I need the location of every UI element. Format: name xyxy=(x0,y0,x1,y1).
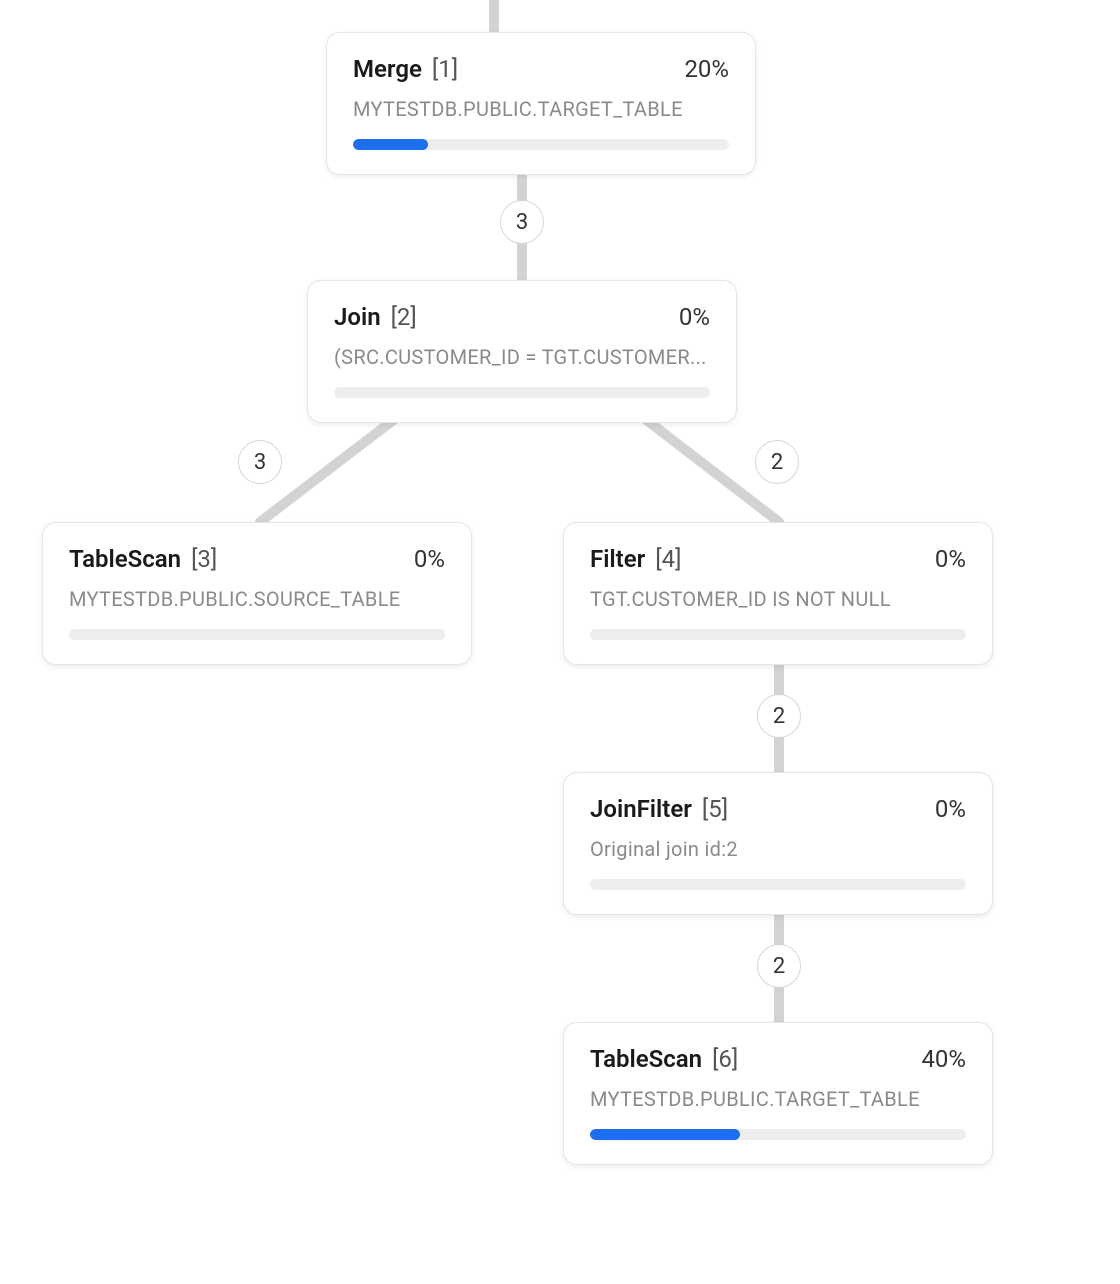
node-subtitle: TGT.CUSTOMER_ID IS NOT NULL xyxy=(590,587,966,611)
node-percent: 0% xyxy=(414,545,445,573)
node-title: Join [2] xyxy=(334,303,417,331)
node-percent: 40% xyxy=(921,1045,966,1073)
node-subtitle: MYTESTDB.PUBLIC.TARGET_TABLE xyxy=(353,97,729,121)
node-header: TableScan [3] 0% xyxy=(69,545,445,573)
node-id: [1] xyxy=(432,55,458,83)
node-id: [4] xyxy=(655,545,681,573)
node-name: Merge xyxy=(353,55,422,83)
node-name: Join xyxy=(334,303,381,331)
edge-badge-label: 3 xyxy=(254,450,266,475)
edge-badge-label: 2 xyxy=(773,704,785,729)
node-id: [3] xyxy=(191,545,217,573)
plan-node-filter[interactable]: Filter [4] 0% TGT.CUSTOMER_ID IS NOT NULL xyxy=(563,522,993,665)
node-subtitle: MYTESTDB.PUBLIC.TARGET_TABLE xyxy=(590,1087,966,1111)
edge-badge: 3 xyxy=(500,200,544,244)
node-header: TableScan [6] 40% xyxy=(590,1045,966,1073)
node-title: TableScan [6] xyxy=(590,1045,738,1073)
node-header: Merge [1] 20% xyxy=(353,55,729,83)
edge-badge-label: 2 xyxy=(771,450,783,475)
node-percent: 0% xyxy=(935,795,966,823)
edge-badge: 2 xyxy=(757,944,801,988)
node-title: Filter [4] xyxy=(590,545,681,573)
node-subtitle: Original join id:2 xyxy=(590,837,966,861)
node-id: [2] xyxy=(391,303,417,331)
plan-node-tablescan3[interactable]: TableScan [3] 0% MYTESTDB.PUBLIC.SOURCE_TA… xyxy=(42,522,472,665)
plan-node-merge[interactable]: Merge [1] 20% MYTESTDB.PUBLIC.TARGET_TABLE xyxy=(326,32,756,175)
edge-badge: 3 xyxy=(238,440,282,484)
progress-fill xyxy=(590,1129,740,1140)
progress-fill xyxy=(353,139,428,150)
node-subtitle: (SRC.CUSTOMER_ID = TGT.CUSTOMER... xyxy=(334,345,710,369)
node-title: TableScan [3] xyxy=(69,545,217,573)
node-percent: 0% xyxy=(679,303,710,331)
node-name: TableScan xyxy=(590,1045,702,1073)
edge-badge: 2 xyxy=(755,440,799,484)
node-header: JoinFilter [5] 0% xyxy=(590,795,966,823)
plan-node-joinfilter[interactable]: JoinFilter [5] 0% Original join id:2 xyxy=(563,772,993,915)
query-plan-canvas: 3 3 2 2 2 Merge [1] 20% MYTESTDB.PUBLIC.TARGET_… xyxy=(0,0,1120,1284)
progress-bar xyxy=(353,139,729,150)
progress-bar xyxy=(590,1129,966,1140)
node-title: Merge [1] xyxy=(353,55,458,83)
progress-bar xyxy=(69,629,445,640)
edge-badge: 2 xyxy=(757,694,801,738)
node-subtitle: MYTESTDB.PUBLIC.SOURCE_TABLE xyxy=(69,587,445,611)
node-title: JoinFilter [5] xyxy=(590,795,728,823)
node-header: Filter [4] 0% xyxy=(590,545,966,573)
progress-bar xyxy=(590,629,966,640)
plan-node-tablescan6[interactable]: TableScan [6] 40% MYTESTDB.PUBLIC.TARGET_T… xyxy=(563,1022,993,1165)
plan-node-join[interactable]: Join [2] 0% (SRC.CUSTOMER_ID = TGT.CUSTOME… xyxy=(307,280,737,423)
node-header: Join [2] 0% xyxy=(334,303,710,331)
node-id: [6] xyxy=(712,1045,738,1073)
edge-badge-label: 2 xyxy=(773,954,785,979)
node-percent: 20% xyxy=(684,55,729,83)
progress-bar xyxy=(590,879,966,890)
edge-badge-label: 3 xyxy=(516,210,528,235)
progress-bar xyxy=(334,387,710,398)
node-name: Filter xyxy=(590,545,645,573)
node-name: JoinFilter xyxy=(590,795,692,823)
node-id: [5] xyxy=(702,795,728,823)
node-name: TableScan xyxy=(69,545,181,573)
node-percent: 0% xyxy=(935,545,966,573)
